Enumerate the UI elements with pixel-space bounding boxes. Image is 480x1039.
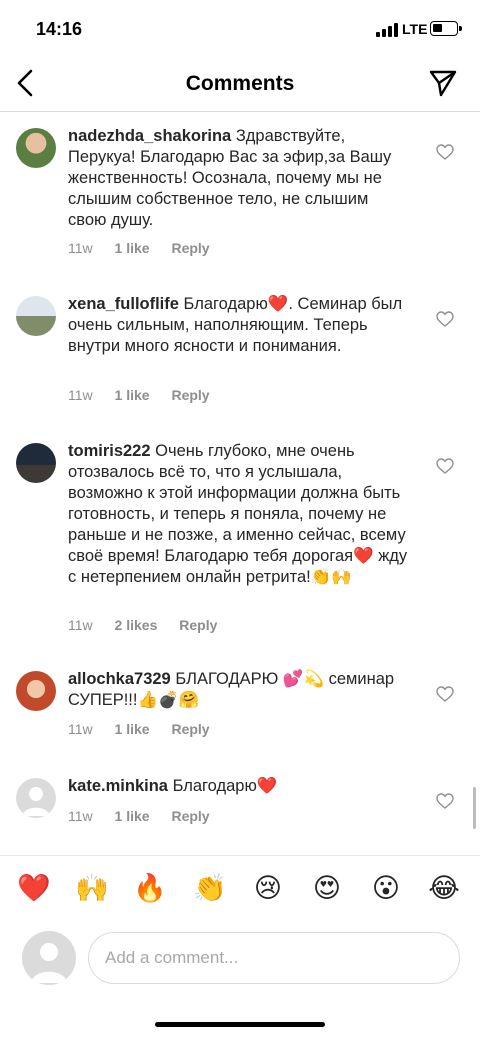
comment-time: 11w (68, 617, 93, 633)
emoji-button[interactable]: 🙌 (74, 870, 110, 906)
emoji-button[interactable]: 😢 (250, 870, 286, 906)
heart-icon[interactable] (436, 311, 454, 327)
page-title: Comments (185, 72, 295, 95)
comment-likes[interactable]: 1 like (115, 808, 150, 824)
comment-time: 11w (68, 808, 93, 824)
comment-username[interactable]: kate.minkina (68, 777, 168, 795)
avatar[interactable] (16, 296, 56, 336)
comment-item: nadezhda_shakorina Здравствуйте, Перукуа… (0, 126, 480, 276)
comment-username[interactable]: tomiris222 (68, 442, 151, 460)
comment-username[interactable]: xena_fulloflife (68, 295, 179, 313)
signal-icon (376, 23, 398, 37)
reply-button[interactable]: Reply (171, 721, 209, 737)
comment-time: 11w (68, 387, 93, 403)
comment-item: xena_fulloflife Благодарю❤️. Семинар был… (0, 294, 480, 414)
avatar[interactable] (16, 443, 56, 483)
comment-time: 11w (68, 721, 93, 737)
reply-button[interactable]: Reply (171, 387, 209, 403)
avatar[interactable] (16, 778, 56, 818)
comment-likes[interactable]: 1 like (115, 240, 150, 256)
emoji-bar: ❤️ 🙌 🔥 👏 😢 😍 😮 😂 (0, 855, 480, 923)
heart-icon[interactable] (436, 458, 454, 474)
heart-icon[interactable] (436, 686, 454, 702)
reply-button[interactable]: Reply (179, 617, 217, 633)
emoji-button[interactable]: ❤️ (16, 870, 52, 906)
emoji-button[interactable]: 🔥 (132, 870, 168, 906)
avatar[interactable] (16, 671, 56, 711)
status-bar: 14:16 LTE (0, 0, 480, 58)
comment-username[interactable]: allochka7329 (68, 670, 171, 688)
comment-likes[interactable]: 1 like (115, 387, 150, 403)
comment-input[interactable] (88, 932, 460, 984)
comment-likes[interactable]: 2 likes (115, 617, 158, 633)
comment-text: Очень глубоко, мне очень отозвалось всё … (68, 442, 408, 586)
emoji-button[interactable]: 😂 (426, 870, 462, 906)
send-icon[interactable] (428, 68, 458, 98)
heart-icon[interactable] (436, 144, 454, 160)
emoji-button[interactable]: 👏 (192, 870, 228, 906)
comment-text: Благодарю❤️ (172, 777, 278, 795)
comment-item: allochka7329 БЛАГОДАРЮ 💕💫 семинар СУПЕР!… (0, 669, 480, 749)
avatar (22, 931, 76, 985)
emoji-button[interactable]: 😮 (368, 870, 404, 906)
battery-icon (430, 21, 462, 36)
home-indicator (155, 1022, 325, 1027)
comment-likes[interactable]: 1 like (115, 721, 150, 737)
network-label: LTE (402, 21, 428, 37)
reply-button[interactable]: Reply (171, 808, 209, 824)
avatar[interactable] (16, 128, 56, 168)
status-time: 14:16 (36, 19, 83, 39)
heart-icon[interactable] (436, 793, 454, 809)
header: Comments (0, 58, 480, 112)
comment-item: kate.minkina Благодарю❤️ 11w 1 like Repl… (0, 776, 480, 836)
emoji-button[interactable]: 😍 (309, 870, 345, 906)
comment-username[interactable]: nadezhda_shakorina (68, 127, 231, 145)
comment-time: 11w (68, 240, 93, 256)
scrollbar[interactable] (473, 787, 476, 829)
reply-button[interactable]: Reply (171, 240, 209, 256)
comment-item: tomiris222 Очень глубоко, мне очень отоз… (0, 441, 480, 641)
